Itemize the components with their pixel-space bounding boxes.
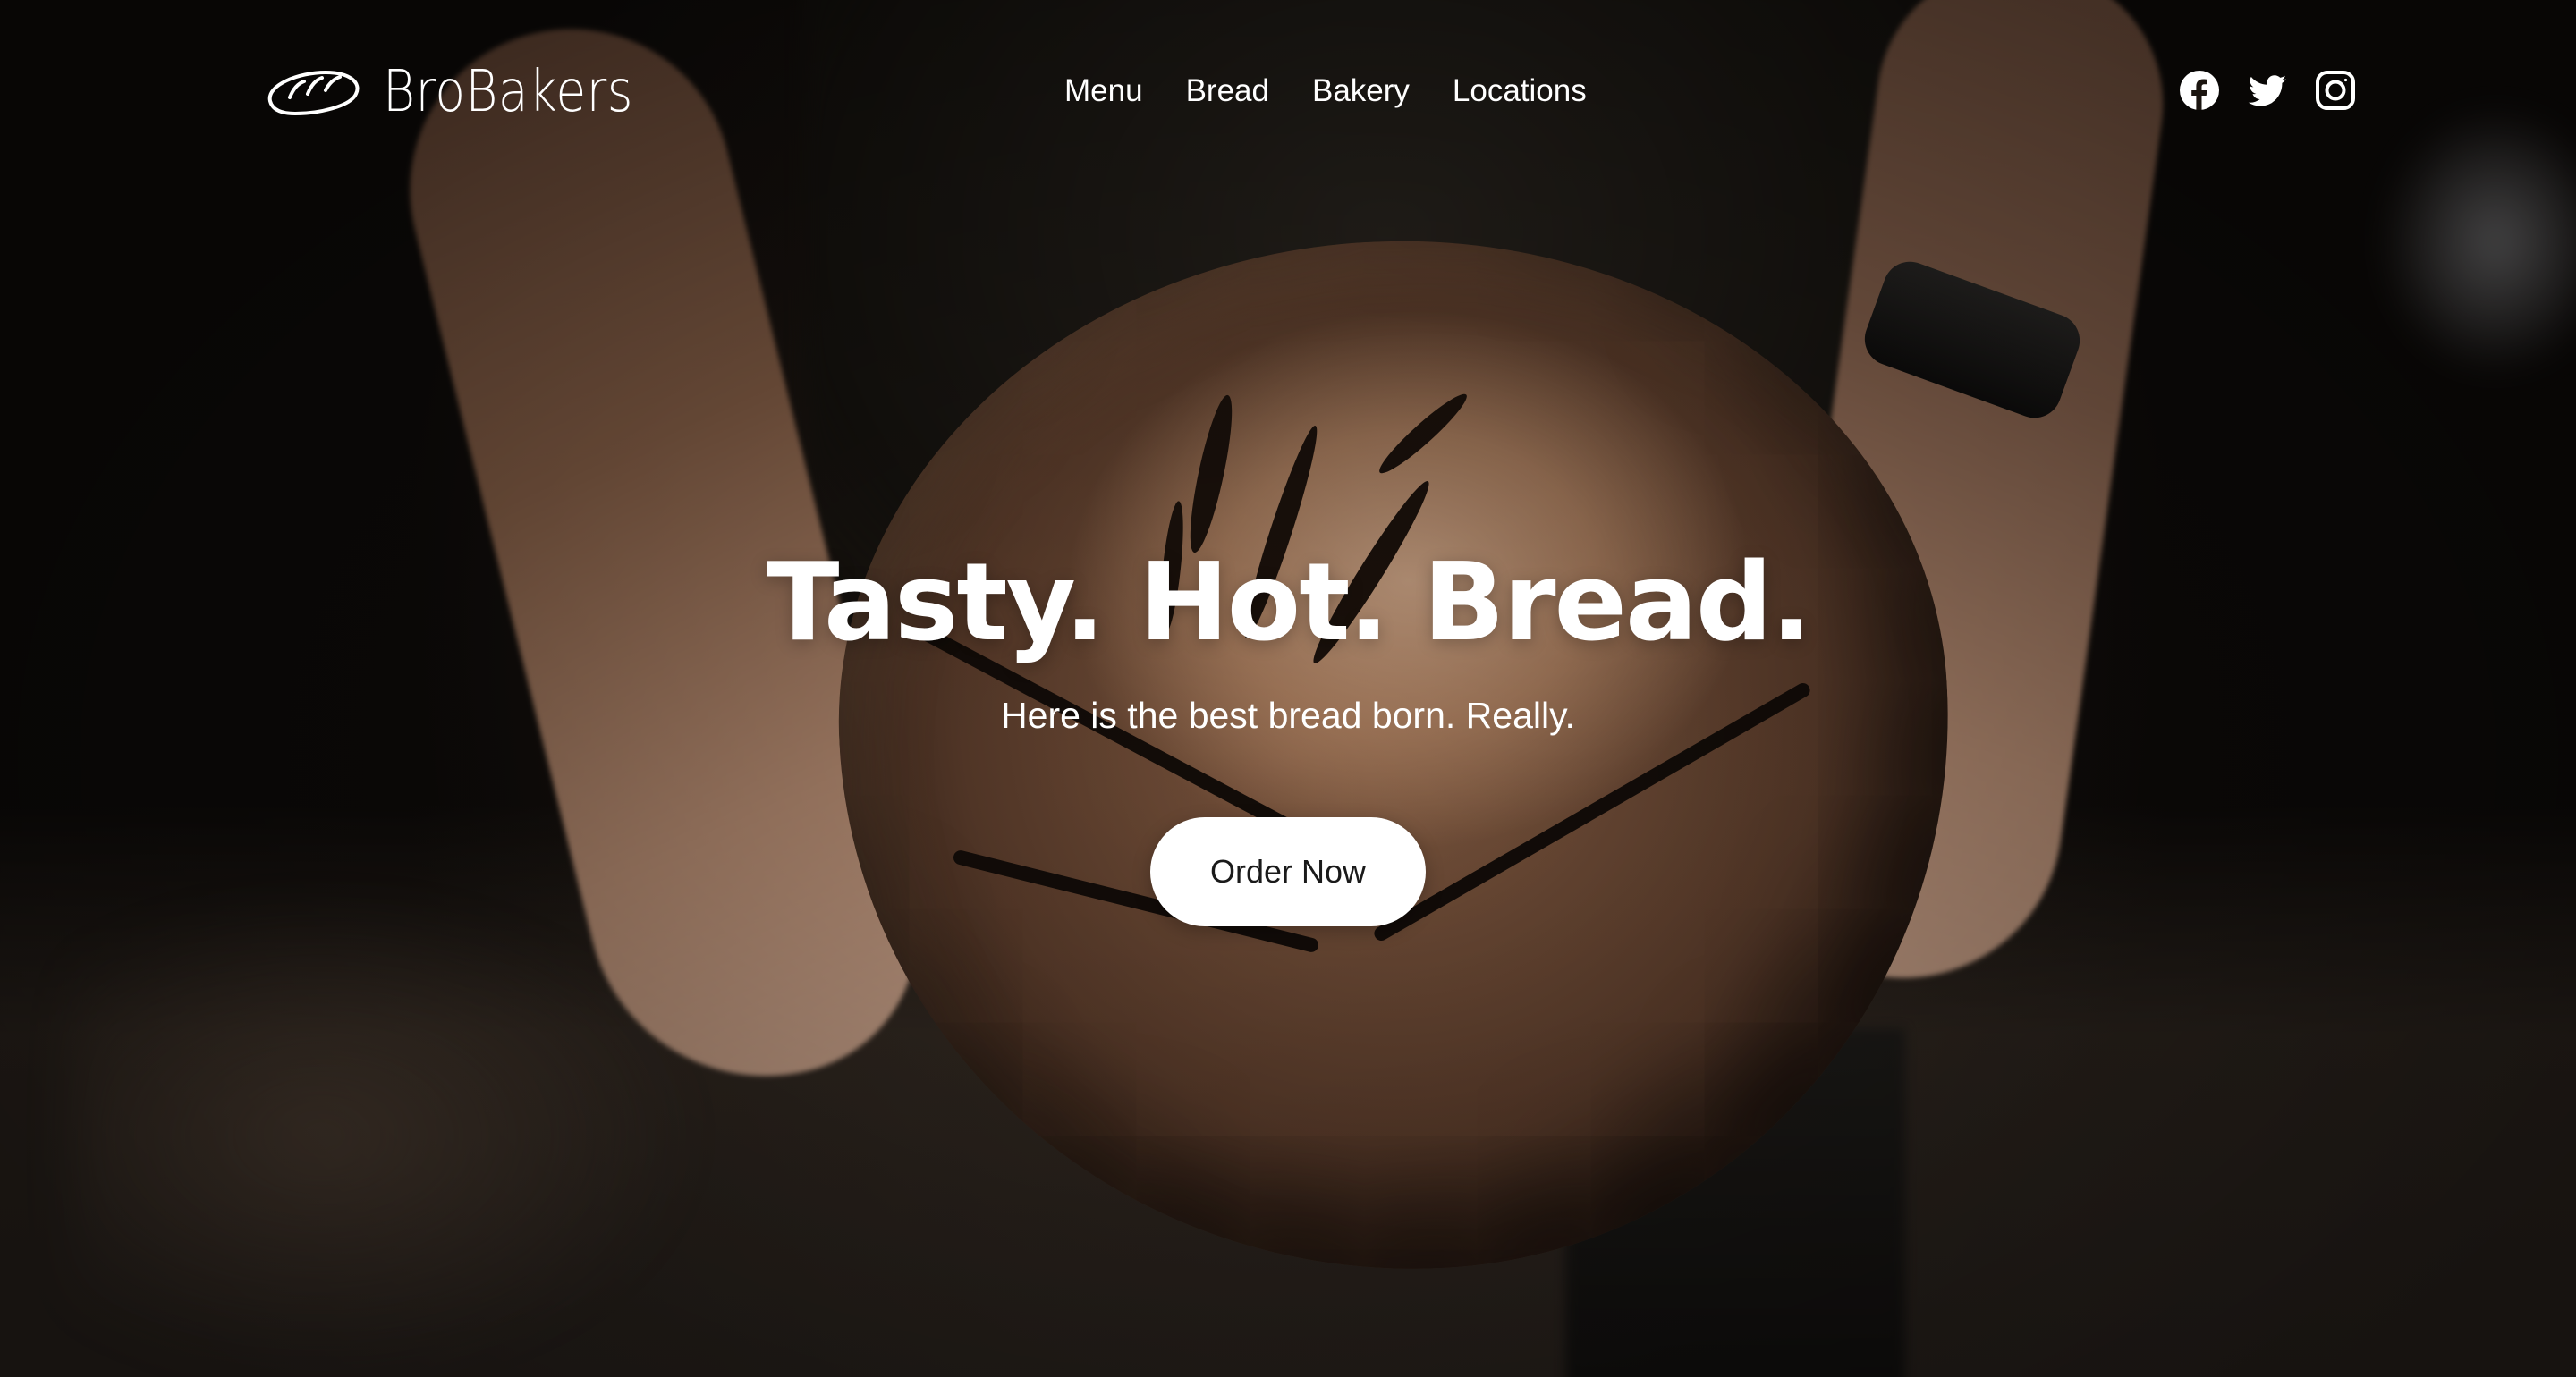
brand-logo[interactable]: BroBakers [263, 59, 674, 125]
hero-content: Tasty. Hot. Bread. Here is the best brea… [0, 536, 2576, 926]
social-links [2179, 70, 2356, 111]
hero-section: BroBakers Menu Bread Bakery Locations Ta… [0, 0, 2576, 1377]
nav-item-locations[interactable]: Locations [1453, 68, 1587, 114]
main-nav: Menu Bread Bakery Locations [1064, 68, 1587, 114]
twitter-icon[interactable] [2247, 70, 2288, 111]
nav-item-bread[interactable]: Bread [1186, 68, 1269, 114]
site-header: BroBakers Menu Bread Bakery Locations [0, 0, 2576, 179]
brand-name: BroBakers [383, 59, 633, 125]
hero-subtitle: Here is the best bread born. Really. [1001, 695, 1575, 736]
nav-item-bakery[interactable]: Bakery [1312, 68, 1410, 114]
order-now-button[interactable]: Order Now [1150, 817, 1426, 926]
facebook-icon[interactable] [2179, 70, 2220, 111]
hero-title: Tasty. Hot. Bread. [766, 541, 1812, 665]
nav-item-menu[interactable]: Menu [1064, 68, 1143, 114]
instagram-icon[interactable] [2315, 70, 2356, 111]
baguette-icon [263, 65, 363, 119]
